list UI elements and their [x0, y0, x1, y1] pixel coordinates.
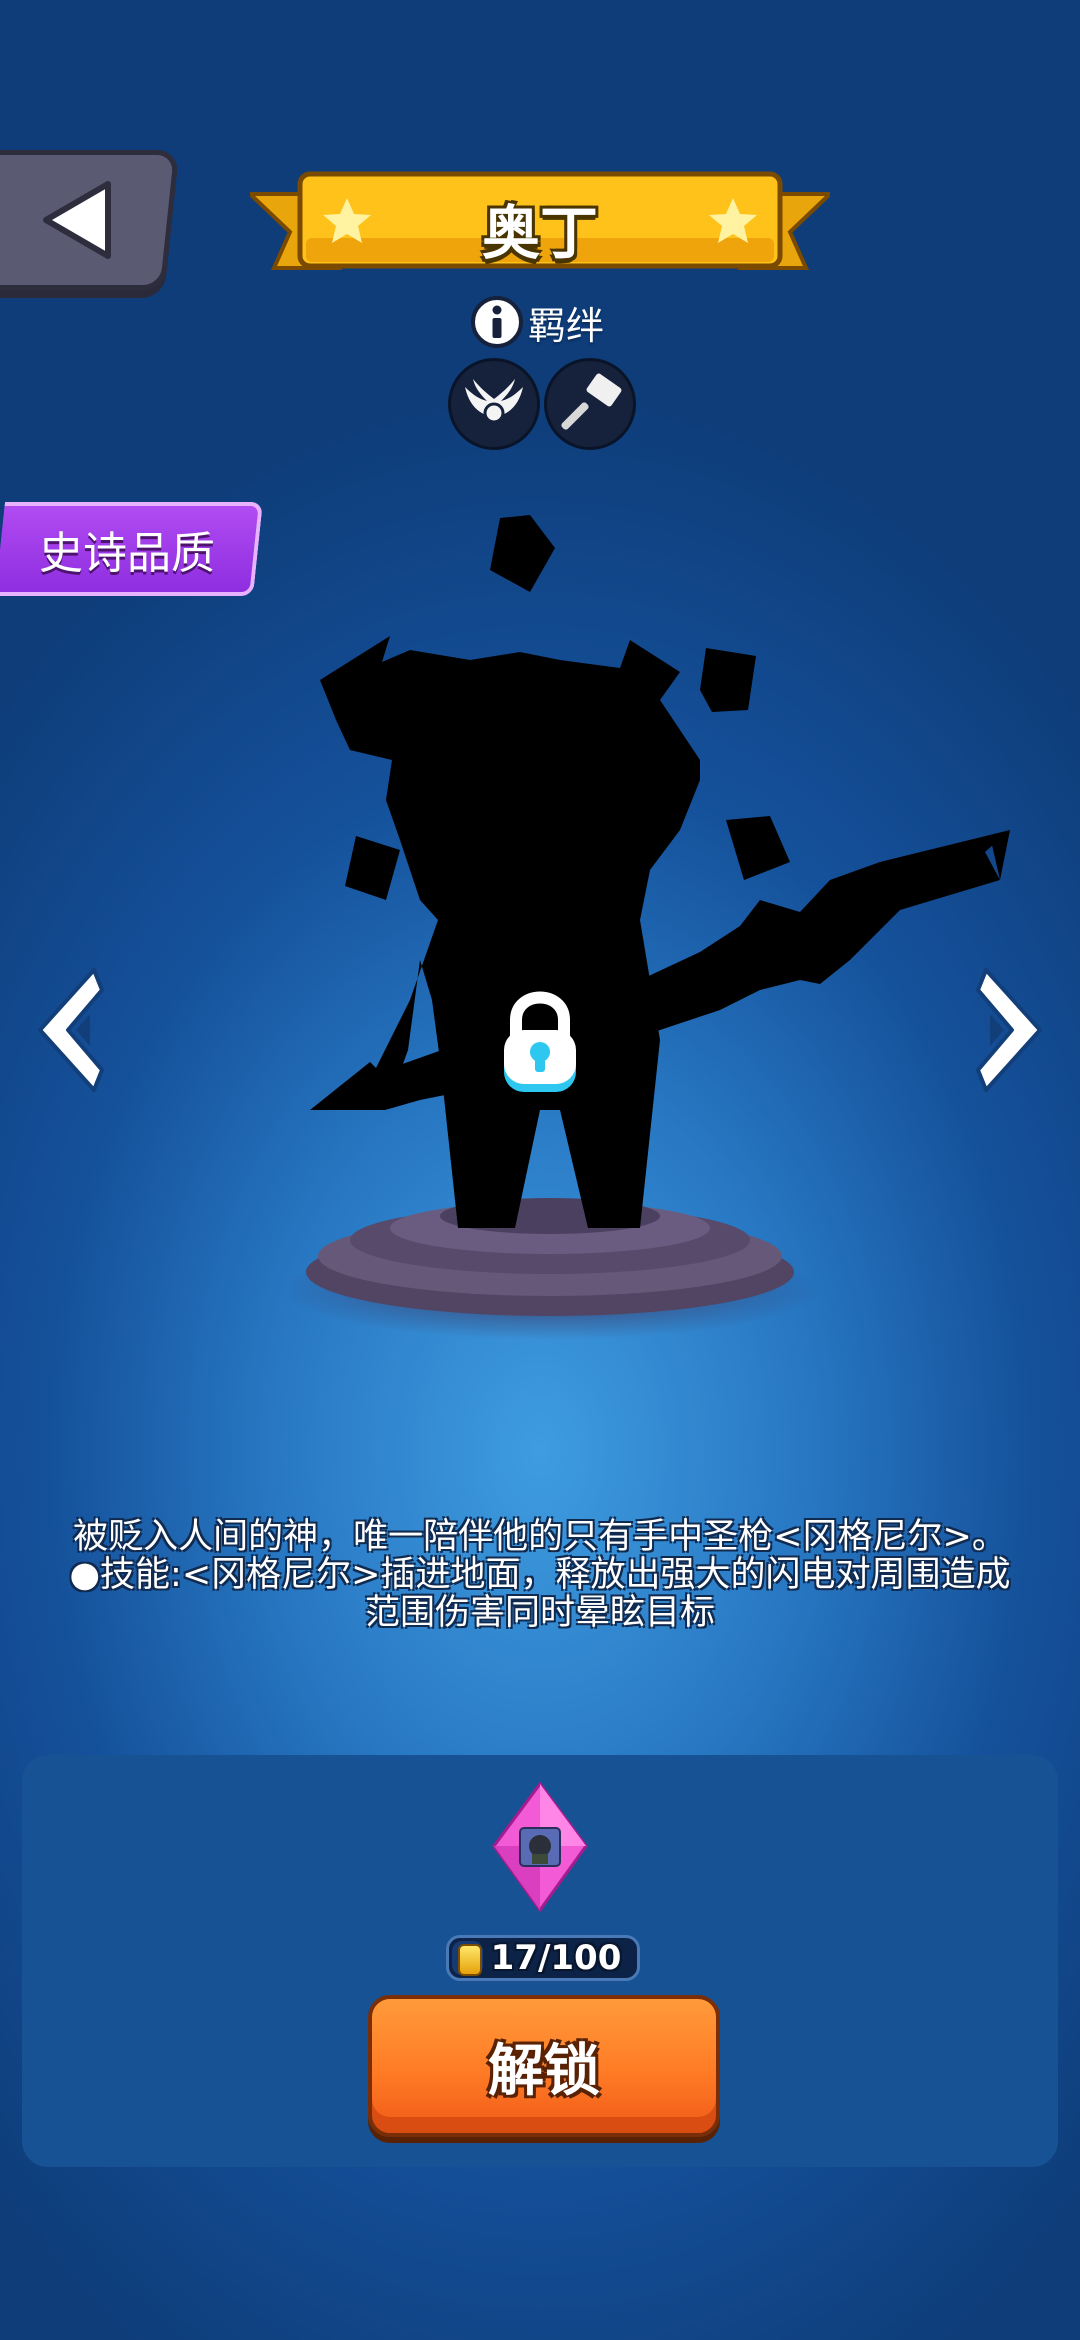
bond-icons: [448, 358, 636, 450]
previous-hero-button[interactable]: [28, 960, 108, 1100]
hero-name: 奥丁: [481, 199, 598, 267]
bond-label: 羁绊: [528, 303, 605, 348]
title-banner: 奥丁: [250, 168, 830, 288]
bond-info[interactable]: 羁绊: [470, 292, 604, 352]
unlock-label: 解锁: [488, 2038, 600, 2104]
back-button[interactable]: [0, 150, 180, 290]
info-icon: [471, 296, 523, 348]
progress-text: 17/100: [490, 1938, 622, 1978]
back-arrow-icon: [43, 181, 111, 259]
quality-badge: 史诗品质: [0, 502, 263, 596]
rock-fragment: [345, 836, 400, 900]
description-line: 范围伤害同时晕眩目标: [364, 1593, 715, 1633]
pedestal: [290, 1198, 820, 1340]
shard-coin-icon: [458, 1944, 482, 1976]
description-line: ●技能:<冈格尼尔>插进地面，释放出强大的闪电对周围造成: [69, 1555, 1011, 1595]
rock-fragment: [700, 648, 756, 712]
shard-progress-bar: 17/100: [446, 1935, 640, 1981]
unlock-button[interactable]: 解锁: [368, 1995, 720, 2137]
quality-label: 史诗品质: [39, 528, 215, 579]
hero-shard-icon: [492, 1782, 588, 1912]
rock-fragment: [726, 816, 790, 880]
chevron-left-icon: [38, 968, 104, 1092]
hero-silhouette: [290, 515, 1010, 1340]
description-line: 被贬入人间的神，唯一陪伴他的只有手中圣枪<冈格尼尔>。: [73, 1517, 1007, 1557]
winged-emblem-icon[interactable]: [448, 358, 540, 450]
hero-description: 被贬入人间的神，唯一陪伴他的只有手中圣枪<冈格尼尔>。 ●技能:<冈格尼尔>插进…: [40, 1518, 1040, 1632]
hammer-icon[interactable]: [544, 358, 636, 450]
rock-fragment: [490, 515, 555, 592]
